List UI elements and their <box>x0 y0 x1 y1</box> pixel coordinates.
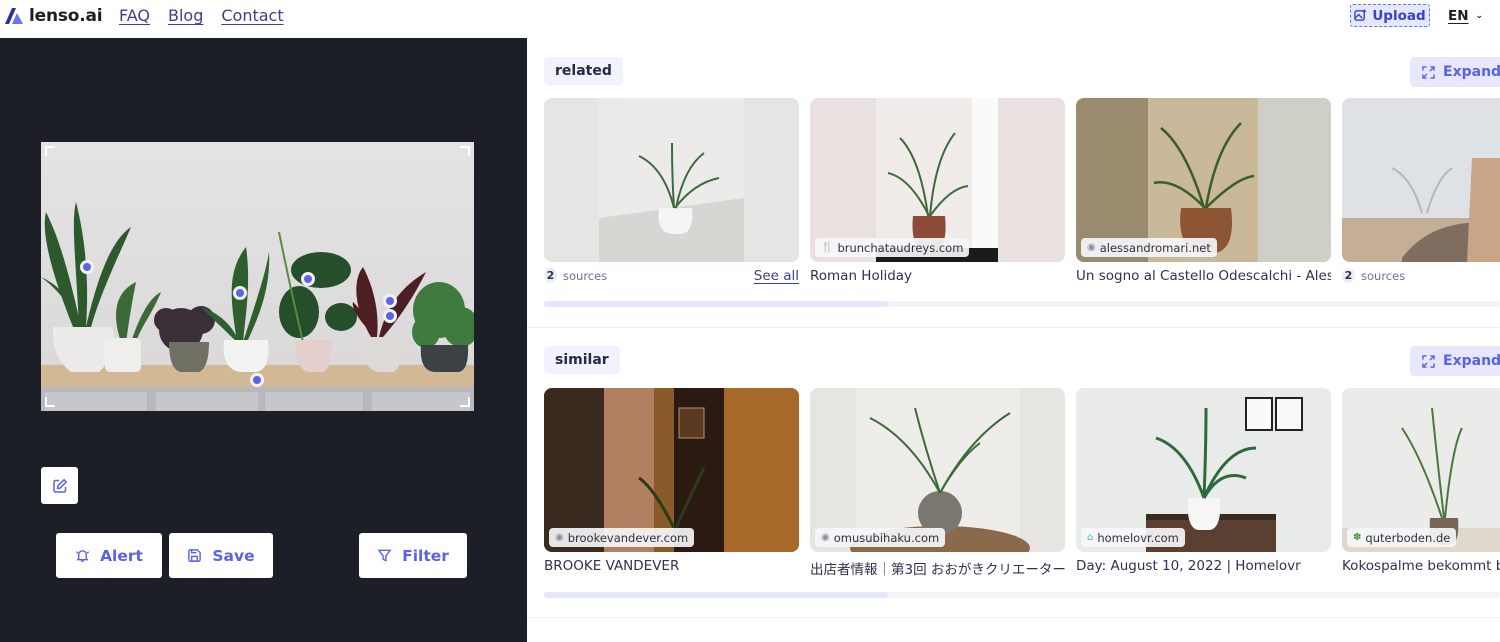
expand-icon <box>1422 65 1435 79</box>
crop-corner-bottom-right[interactable] <box>460 397 470 407</box>
top-header: lenso.ai FAQ Blog Contact Upload EN ⌄ <box>0 0 1500 38</box>
result-thumbnail[interactable]: 🍴 brunchataudreys.com <box>810 98 1065 262</box>
logo-text: lenso.ai <box>29 6 103 26</box>
alert-label: Alert <box>100 546 143 565</box>
fork-knife-icon: 🍴 <box>821 242 834 253</box>
crop-corner-bottom-left[interactable] <box>45 397 55 407</box>
crop-corner-top-left[interactable] <box>45 146 55 156</box>
result-card[interactable]: ◉ omusubihaku.com 出店者情報｜第3回 おおがきクリエーターズ. <box>810 388 1065 578</box>
result-card[interactable]: 2 sources <box>1342 98 1500 283</box>
see-all-link[interactable]: See all <box>754 268 799 284</box>
source-domain-chip[interactable]: ✽ quterboden.de <box>1347 528 1457 547</box>
results-panel: related Expand 2 sources See all 🍴 brunc… <box>527 38 1500 642</box>
result-card[interactable]: ◉ brookevandever.com BROOKE VANDEVER <box>544 388 799 574</box>
crop-corner-top-right[interactable] <box>460 146 470 156</box>
thumbnail-image <box>1342 98 1500 262</box>
sprout-icon: ✽ <box>1353 532 1362 543</box>
result-title[interactable]: BROOKE VANDEVER <box>544 558 799 574</box>
language-code: EN <box>1448 8 1469 24</box>
query-image-panel: Alert Save Filter <box>0 38 527 642</box>
expand-label: Expand <box>1443 64 1500 80</box>
section-tag-similar: similar <box>544 346 620 374</box>
filter-label: Filter <box>402 546 449 565</box>
source-domain-chip[interactable]: 🍴 brunchataudreys.com <box>815 238 970 257</box>
bell-icon <box>75 550 90 562</box>
image-upload-icon <box>1354 9 1367 21</box>
upload-button[interactable]: Upload <box>1350 4 1430 27</box>
alert-button[interactable]: Alert <box>56 533 162 578</box>
filter-icon <box>377 549 392 562</box>
related-section: related Expand 2 sources See all 🍴 brunc… <box>527 38 1500 328</box>
source-domain-chip[interactable]: ⌂ homelovr.com <box>1081 528 1185 547</box>
result-title[interactable]: Un sogno al Castello Odescalchi - Alessa… <box>1076 268 1331 284</box>
expand-icon <box>1422 354 1435 368</box>
section-tag-related: related <box>544 57 623 85</box>
sources-count: 2 sources <box>544 268 607 283</box>
hotspot-marker[interactable] <box>250 373 264 387</box>
result-thumbnail[interactable]: ◉ brookevandever.com <box>544 388 799 552</box>
save-icon <box>188 549 202 562</box>
hotspot-marker[interactable] <box>80 260 94 274</box>
logo[interactable]: lenso.ai <box>5 6 103 26</box>
result-thumbnail[interactable]: ◉ omusubihaku.com <box>810 388 1065 552</box>
upload-label: Upload <box>1372 7 1426 24</box>
plants-photo <box>41 142 474 411</box>
result-card[interactable]: ⌂ homelovr.com Day: August 10, 2022 | Ho… <box>1076 388 1331 574</box>
result-thumbnail[interactable]: ◉ alessandromari.net <box>1076 98 1331 262</box>
similar-scrollbar[interactable] <box>544 592 1500 598</box>
scrollbar-thumb[interactable] <box>544 301 889 307</box>
nav-faq[interactable]: FAQ <box>119 6 150 25</box>
lenso-logo-icon <box>5 8 23 24</box>
expand-similar-button[interactable]: Expand <box>1410 346 1500 376</box>
result-card[interactable]: ◉ alessandromari.net Un sogno al Castell… <box>1076 98 1331 284</box>
sources-count: 2 sources <box>1342 268 1405 283</box>
result-card[interactable]: 🍴 brunchataudreys.com Roman Holiday <box>810 98 1065 284</box>
nav-contact[interactable]: Contact <box>221 6 283 25</box>
main-nav: FAQ Blog Contact <box>119 6 284 25</box>
save-label: Save <box>212 546 255 565</box>
section-divider <box>527 617 1500 618</box>
nav-blog[interactable]: Blog <box>168 6 203 25</box>
filter-button[interactable]: Filter <box>359 533 467 578</box>
globe-icon: ◉ <box>1087 242 1096 253</box>
expand-label: Expand <box>1443 353 1500 369</box>
result-title[interactable]: Roman Holiday <box>810 268 1065 284</box>
hotspot-marker[interactable] <box>301 272 315 286</box>
related-scrollbar[interactable] <box>544 301 1500 307</box>
result-title[interactable]: Kokospalme bekommt bra <box>1342 558 1500 574</box>
hotspot-marker[interactable] <box>383 294 397 308</box>
result-thumbnail[interactable] <box>1342 98 1500 262</box>
edit-icon <box>52 478 67 493</box>
scrollbar-thumb[interactable] <box>544 592 889 598</box>
result-thumbnail[interactable]: ✽ quterboden.de <box>1342 388 1500 552</box>
result-title[interactable]: Day: August 10, 2022 | Homelovr <box>1076 558 1331 574</box>
source-domain-chip[interactable]: ◉ brookevandever.com <box>549 528 695 547</box>
save-button[interactable]: Save <box>169 533 273 578</box>
globe-icon: ◉ <box>555 532 564 543</box>
thumbnail-image <box>544 98 799 262</box>
expand-related-button[interactable]: Expand <box>1410 57 1500 87</box>
language-selector[interactable]: EN ⌄ <box>1448 8 1483 24</box>
result-card[interactable]: 2 sources See all <box>544 98 799 284</box>
hotspot-marker[interactable] <box>233 286 247 300</box>
result-card[interactable]: ✽ quterboden.de Kokospalme bekommt bra <box>1342 388 1500 574</box>
hotspot-marker[interactable] <box>383 309 397 323</box>
query-image[interactable] <box>41 142 474 411</box>
result-thumbnail[interactable] <box>544 98 799 262</box>
similar-section: similar Expand ◉ brookevandever.com BROO… <box>527 328 1500 628</box>
chevron-down-icon: ⌄ <box>1475 11 1484 21</box>
source-domain-chip[interactable]: ◉ omusubihaku.com <box>815 528 946 547</box>
home-icon: ⌂ <box>1087 532 1094 543</box>
result-title[interactable]: 出店者情報｜第3回 おおがきクリエーターズ. <box>810 558 1065 578</box>
result-thumbnail[interactable]: ⌂ homelovr.com <box>1076 388 1331 552</box>
globe-icon: ◉ <box>821 532 830 543</box>
edit-image-button[interactable] <box>41 467 78 504</box>
source-domain-chip[interactable]: ◉ alessandromari.net <box>1081 238 1217 257</box>
